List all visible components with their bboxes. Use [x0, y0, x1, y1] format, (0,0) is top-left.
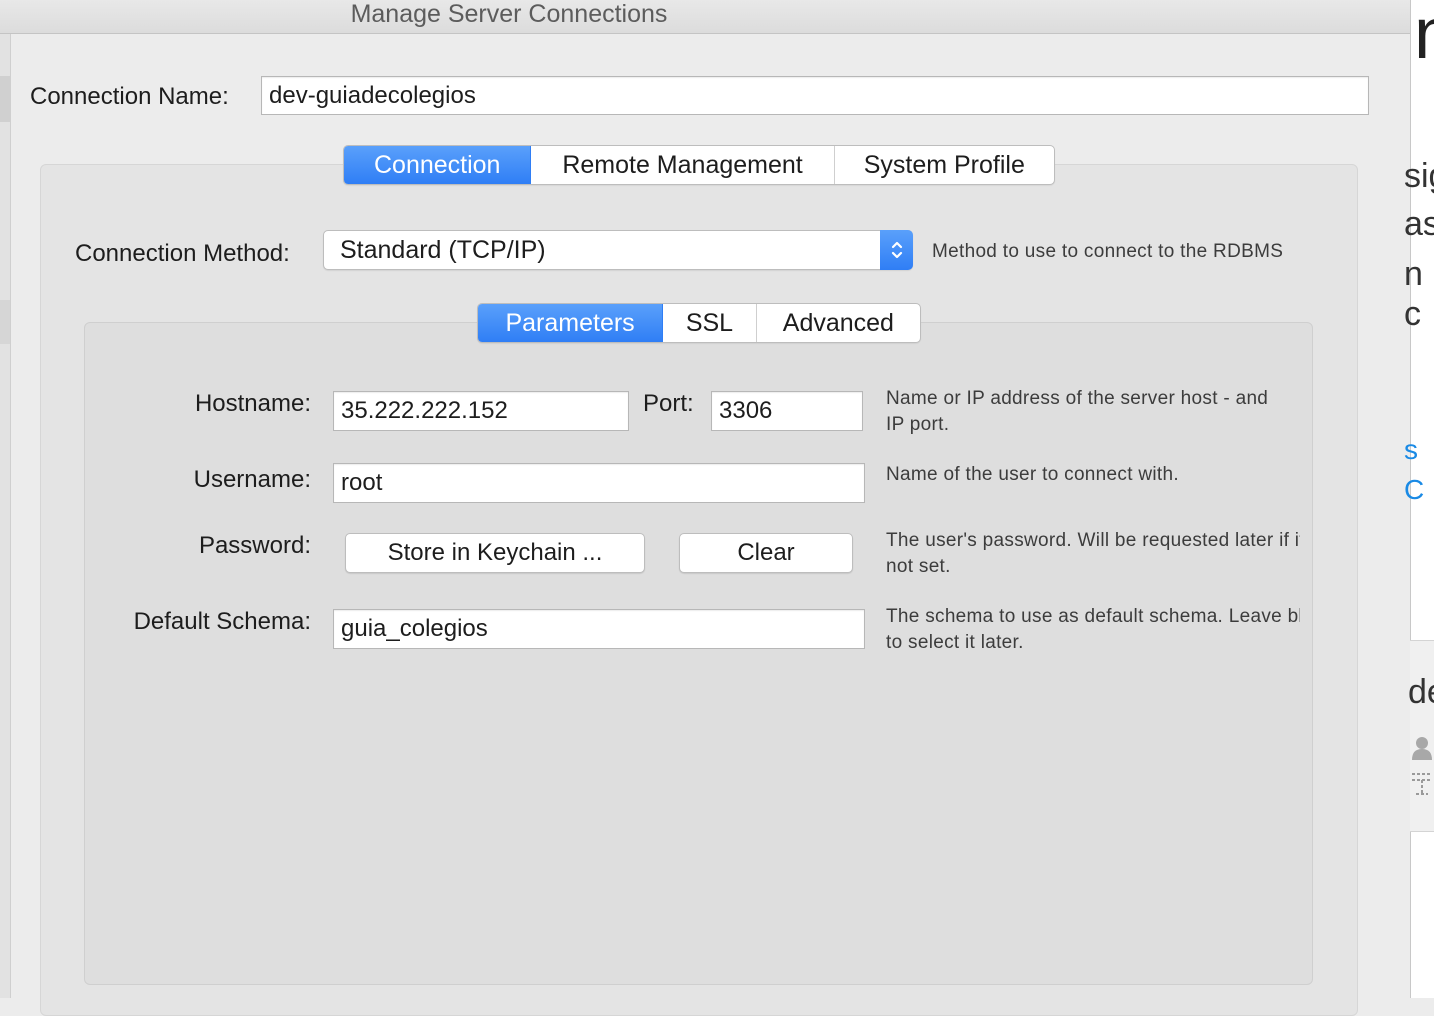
network-icon	[1410, 772, 1434, 801]
background-text-fragment: n c	[1404, 255, 1423, 333]
connection-method-label: Connection Method:	[75, 240, 290, 267]
connection-method-description: Method to use to connect to the RDBMS	[932, 241, 1284, 262]
tab-remote-management[interactable]: Remote Management	[531, 146, 835, 184]
default-schema-input[interactable]: guia_colegios	[333, 609, 865, 649]
connections-list-item[interactable]	[0, 300, 10, 344]
password-description-cont: not set.	[886, 556, 951, 577]
hostname-description-cont: IP port.	[886, 414, 950, 435]
password-label: Password:	[198, 532, 311, 559]
title-bar: Manage Server Connections	[0, 0, 1410, 34]
clear-password-button[interactable]: Clear	[679, 533, 853, 573]
default-schema-description-cont: to select it later.	[886, 632, 1024, 653]
hostname-description: Name or IP address of the server host - …	[886, 388, 1269, 409]
default-schema-description: The schema to use as default schema. Lea…	[886, 606, 1300, 627]
connection-method-value: Standard (TCP/IP)	[340, 236, 546, 264]
connections-list-item[interactable]	[0, 76, 10, 122]
username-label: Username:	[193, 466, 311, 493]
main-tab-bar: Connection Remote Management System Prof…	[343, 145, 1055, 185]
connections-list-edge[interactable]	[0, 34, 11, 998]
background-text-fragment: as	[1404, 205, 1434, 243]
connection-name-label: Connection Name:	[30, 83, 229, 110]
background-text-fragment: sig	[1404, 157, 1434, 195]
default-schema-label: Default Schema:	[133, 608, 311, 635]
window-title: Manage Server Connections	[350, 0, 668, 28]
username-description: Name of the user to connect with.	[886, 464, 1179, 485]
background-heading-fragment: n	[1414, 0, 1434, 74]
background-section-fragment: de	[1408, 673, 1434, 711]
connection-name-input[interactable]: dev-guiadecolegios	[261, 76, 1369, 115]
chevron-up-down-icon	[880, 230, 913, 270]
port-input[interactable]: 3306	[711, 391, 863, 431]
sub-tab-bar: Parameters SSL Advanced	[477, 303, 921, 343]
tab-advanced[interactable]: Advanced	[757, 304, 920, 342]
user-icon	[1412, 736, 1432, 765]
hostname-label: Hostname:	[194, 390, 311, 417]
hostname-input[interactable]: 35.222.222.152	[333, 391, 629, 431]
tab-ssl[interactable]: SSL	[663, 304, 757, 342]
tab-system-profile[interactable]: System Profile	[835, 146, 1054, 184]
store-in-keychain-button[interactable]: Store in Keychain ...	[345, 533, 645, 573]
password-description: The user's password. Will be requested l…	[886, 530, 1300, 551]
username-input[interactable]: root	[333, 463, 865, 503]
background-link-fragment[interactable]: s C	[1404, 430, 1434, 510]
connection-method-select[interactable]: Standard (TCP/IP)	[323, 230, 913, 270]
tab-parameters[interactable]: Parameters	[478, 304, 664, 342]
tab-connection[interactable]: Connection	[344, 146, 532, 184]
port-label: Port:	[643, 390, 694, 417]
